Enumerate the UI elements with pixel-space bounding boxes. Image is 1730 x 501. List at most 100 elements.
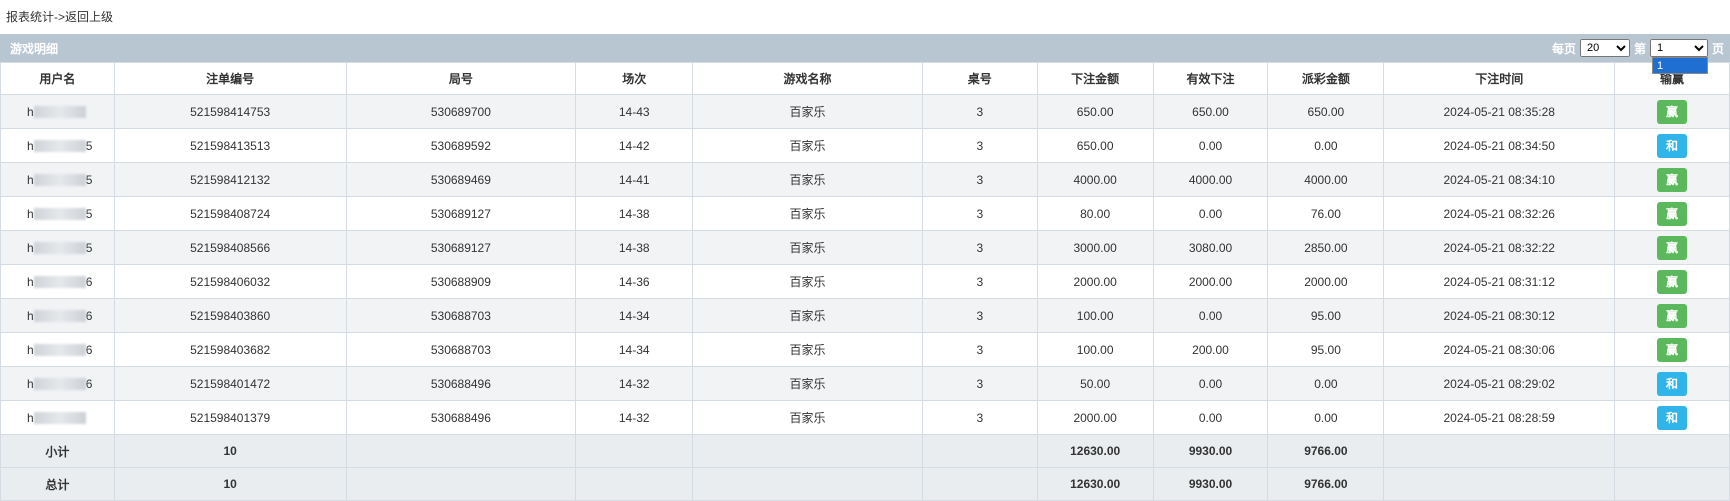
- bet-amount-cell: 2000.00: [1036, 264, 1154, 299]
- result-cell: 赢: [1614, 230, 1730, 265]
- result-badge[interactable]: 赢: [1657, 99, 1688, 124]
- payout-cell: 4000.00: [1267, 162, 1385, 197]
- bet-time-cell: 2024-05-21 08:32:26: [1383, 196, 1616, 231]
- order-id-cell: 521598401379: [113, 400, 347, 435]
- col-header: 下注时间: [1383, 62, 1616, 95]
- round-id-cell: 530688703: [345, 298, 577, 333]
- order-id-cell: 521598401472: [113, 366, 347, 401]
- masked-username: [33, 208, 86, 221]
- payout-cell: 0.00: [1267, 128, 1385, 163]
- round-id-cell: 530689127: [345, 196, 577, 231]
- payout-cell: 650.00: [1267, 94, 1385, 129]
- result-badge[interactable]: 赢: [1657, 167, 1688, 192]
- col-header: 下注金额: [1036, 62, 1154, 95]
- round-id-cell: 530689700: [345, 94, 577, 129]
- subtotal-row: 小计 10 12630.00 9930.00 9766.00: [0, 434, 1730, 468]
- payout-cell: 2000.00: [1267, 264, 1385, 299]
- table-row: h 521598401379 530688496 14-32 百家乐 3 2000.00 0.…: [0, 400, 1730, 435]
- result-badge[interactable]: 赢: [1657, 201, 1688, 226]
- masked-username: [33, 242, 86, 255]
- order-id-cell: 521598403682: [113, 332, 347, 367]
- payout-cell: 0.00: [1267, 366, 1385, 401]
- total-valid: 9930.00: [1152, 467, 1269, 501]
- valid-bet-cell: 4000.00: [1152, 162, 1269, 197]
- subtotal-valid: 9930.00: [1152, 434, 1269, 468]
- game-name-cell: 百家乐: [692, 196, 923, 231]
- bet-amount-cell: 100.00: [1036, 332, 1154, 367]
- col-header: 用户名: [0, 62, 115, 95]
- table-no-cell: 3: [921, 162, 1038, 197]
- game-name-cell: 百家乐: [692, 94, 923, 129]
- per-page-select[interactable]: 20: [1579, 39, 1630, 57]
- result-cell: 和: [1614, 400, 1730, 435]
- table-row: h 6 521598403682 530688703 14-34 百家乐 3 100.00 20…: [0, 332, 1730, 367]
- bet-time-cell: 2024-05-21 08:29:02: [1383, 366, 1616, 401]
- result-cell: 赢: [1614, 162, 1730, 197]
- order-id-cell: 521598408566: [113, 230, 347, 265]
- page-prefix: 第: [1633, 41, 1646, 56]
- username-suffix: 5: [85, 172, 93, 187]
- result-badge[interactable]: 赢: [1657, 337, 1688, 362]
- panel-title: 游戏明细: [10, 41, 59, 56]
- page-dropdown-option[interactable]: 1: [1652, 57, 1708, 74]
- back-link[interactable]: 返回上级: [65, 10, 113, 24]
- table-row: h 5 521598408566 530689127 14-38 百家乐 3 3000.00 3…: [0, 230, 1730, 265]
- bet-amount-cell: 3000.00: [1036, 230, 1154, 265]
- result-badge[interactable]: 和: [1657, 371, 1688, 396]
- total-row: 总计 10 12630.00 9930.00 9766.00: [0, 467, 1730, 501]
- bet-amount-cell: 100.00: [1036, 298, 1154, 333]
- username-cell: h: [0, 94, 115, 129]
- username-suffix: 6: [85, 376, 93, 391]
- payout-cell: 76.00: [1267, 196, 1385, 231]
- table-no-cell: 3: [921, 264, 1038, 299]
- valid-bet-cell: 200.00: [1152, 332, 1269, 367]
- result-cell: 和: [1614, 128, 1730, 163]
- table-no-cell: 3: [921, 400, 1038, 435]
- breadcrumb-section: 报表统计: [6, 10, 55, 24]
- game-name-cell: 百家乐: [692, 298, 923, 333]
- subtotal-bet: 12630.00: [1036, 434, 1154, 468]
- username-prefix: h: [27, 376, 34, 391]
- order-id-cell: 521598403860: [113, 298, 347, 333]
- result-cell: 赢: [1614, 298, 1730, 333]
- masked-username: [33, 140, 86, 153]
- round-id-cell: 530688909: [345, 264, 577, 299]
- username-cell: h6: [0, 298, 115, 333]
- valid-bet-cell: 2000.00: [1152, 264, 1269, 299]
- result-badge[interactable]: 赢: [1657, 303, 1688, 328]
- game-name-cell: 百家乐: [692, 264, 923, 299]
- bet-amount-cell: 4000.00: [1036, 162, 1154, 197]
- masked-username: [33, 106, 86, 119]
- table-no-cell: 3: [921, 298, 1038, 333]
- valid-bet-cell: 0.00: [1152, 366, 1269, 401]
- bet-time-cell: 2024-05-21 08:31:12: [1383, 264, 1616, 299]
- username-cell: h: [0, 400, 115, 435]
- session-cell: 14-34: [575, 332, 694, 367]
- username-suffix: 5: [85, 240, 93, 255]
- session-cell: 14-36: [575, 264, 694, 299]
- total-bet: 12630.00: [1036, 467, 1154, 501]
- username-cell: h6: [0, 366, 115, 401]
- result-badge[interactable]: 和: [1657, 133, 1688, 158]
- username-prefix: h: [27, 274, 34, 289]
- result-badge[interactable]: 和: [1657, 405, 1688, 430]
- detail-table: 用户名 注单编号 局号 场次 游戏名称 桌号 下注金额 有效下注 派彩金额 下注…: [0, 62, 1730, 501]
- result-badge[interactable]: 赢: [1657, 235, 1688, 260]
- result-badge[interactable]: 赢: [1657, 269, 1688, 294]
- session-cell: 14-38: [575, 230, 694, 265]
- pager: 每页 20 第 1 页: [1552, 39, 1724, 57]
- col-header: 有效下注: [1152, 62, 1269, 95]
- order-id-cell: 521598414753: [113, 94, 347, 129]
- valid-bet-cell: 3080.00: [1152, 230, 1269, 265]
- game-name-cell: 百家乐: [692, 162, 923, 197]
- payout-cell: 2850.00: [1267, 230, 1385, 265]
- bet-time-cell: 2024-05-21 08:30:06: [1383, 332, 1616, 367]
- table-no-cell: 3: [921, 196, 1038, 231]
- bet-amount-cell: 650.00: [1036, 94, 1154, 129]
- col-header: 场次: [575, 62, 694, 95]
- breadcrumb: 报表统计->返回上级: [0, 0, 1730, 34]
- bet-time-cell: 2024-05-21 08:30:12: [1383, 298, 1616, 333]
- page-select[interactable]: 1: [1649, 39, 1708, 57]
- username-cell: h5: [0, 196, 115, 231]
- masked-username: [33, 378, 86, 391]
